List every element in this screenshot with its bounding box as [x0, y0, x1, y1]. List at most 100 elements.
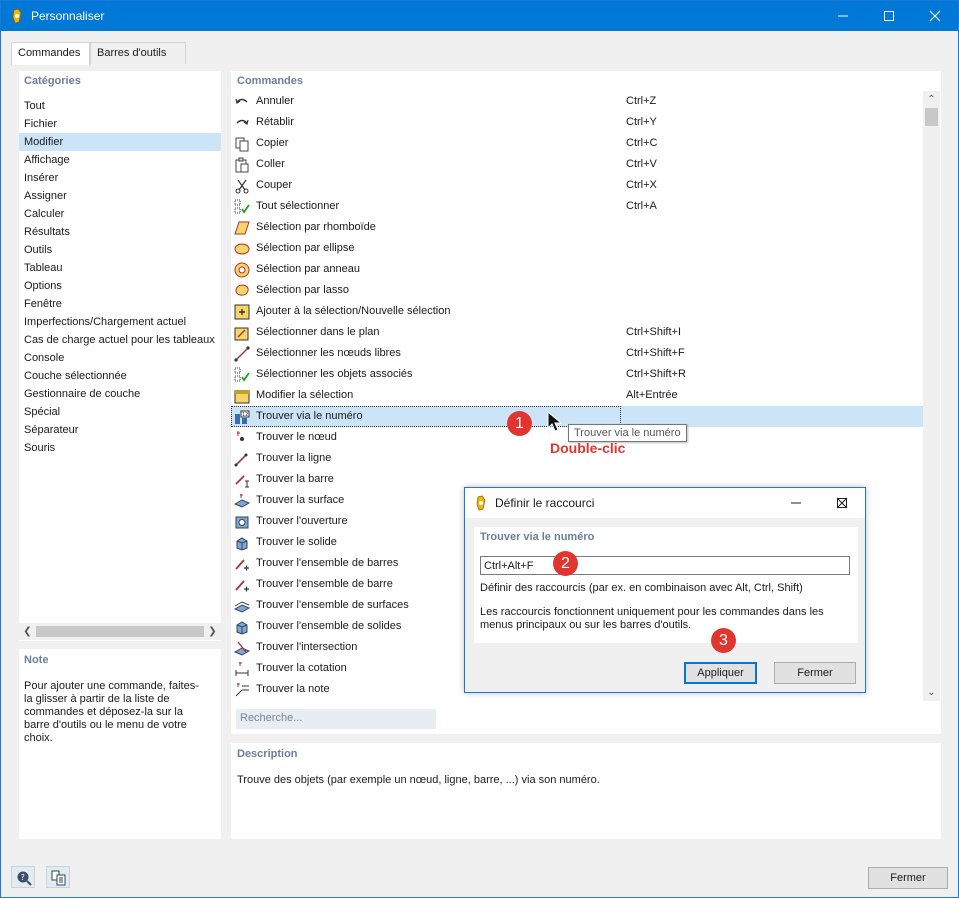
description-panel: Description Trouve des objets (par exemp…: [231, 743, 941, 839]
dialog-minimize-button[interactable]: [773, 488, 819, 518]
close-window-button[interactable]: Fermer: [868, 867, 948, 889]
command-row[interactable]: Tout sélectionner Ctrl+A: [231, 196, 923, 217]
category-item[interactable]: Cas de charge actuel pour les tableaux: [19, 331, 221, 349]
category-item[interactable]: Fenêtre: [19, 295, 221, 313]
window-title: Personnaliser: [31, 9, 105, 23]
command-row[interactable]: Sélectionner les objets associés Ctrl+Sh…: [231, 364, 923, 385]
category-item[interactable]: Options: [19, 277, 221, 295]
minimize-icon: [791, 502, 801, 504]
tab-commandes[interactable]: Commandes: [11, 42, 90, 65]
scroll-left-icon[interactable]: ❮: [19, 623, 36, 640]
command-row[interactable]: Modifier la sélection Alt+Entrée: [231, 385, 923, 406]
double-click-label: Double-clic: [550, 440, 626, 456]
app-icon: [12, 8, 22, 24]
maximize-button[interactable]: [866, 1, 912, 31]
category-item-selected[interactable]: Modifier: [19, 133, 221, 151]
dialog-close-text-button[interactable]: Fermer: [774, 662, 856, 684]
category-item[interactable]: Fichier: [19, 115, 221, 133]
select-all-icon: [234, 199, 250, 214]
rhomboid-select-icon: [234, 221, 250, 235]
scroll-up-icon[interactable]: ⌃: [923, 91, 940, 108]
step-badge-1: 1: [507, 411, 532, 436]
copy-icon: [235, 137, 249, 152]
dialog-command-name: Trouver via le numéro: [480, 531, 595, 543]
dialog-hint: Définir des raccourcis (par ex. en combi…: [480, 582, 803, 594]
redo-icon: [236, 119, 249, 125]
category-item[interactable]: Tout: [19, 97, 221, 115]
note-panel: Note Pour ajouter une commande, faites- …: [19, 649, 221, 839]
list-settings-icon: [51, 870, 66, 886]
category-item[interactable]: Séparateur: [19, 421, 221, 439]
app-icon: [476, 495, 486, 511]
scroll-right-icon[interactable]: ❯: [204, 623, 221, 640]
search-input[interactable]: Recherche...: [236, 709, 436, 729]
svg-text:?: ?: [21, 873, 25, 882]
dialog-body: Trouver via le numéro Ctrl+Alt+F Définir…: [474, 527, 858, 643]
dialog-title-bar: Définir le raccourci: [465, 488, 865, 518]
command-row[interactable]: Annuler Ctrl+Z: [231, 91, 923, 112]
close-icon: [929, 10, 941, 22]
category-item[interactable]: Tableau: [19, 259, 221, 277]
find-intersection-icon: [234, 641, 250, 656]
cut-icon: [235, 179, 249, 194]
command-row[interactable]: Rétablir Ctrl+Y: [231, 112, 923, 133]
command-row[interactable]: Sélection par ellipse: [231, 238, 923, 259]
category-item[interactable]: Affichage: [19, 151, 221, 169]
categories-hscrollbar[interactable]: ❮ ❯: [19, 623, 221, 640]
command-row[interactable]: Sélection par rhomboïde: [231, 217, 923, 238]
category-item[interactable]: Console: [19, 349, 221, 367]
maximize-icon: [884, 11, 894, 21]
scroll-thumb[interactable]: [36, 626, 204, 637]
help-icon: ?: [17, 871, 32, 886]
find-solid-icon: [236, 537, 248, 551]
command-row[interactable]: Sélection par anneau: [231, 259, 923, 280]
shortcut-input[interactable]: Ctrl+Alt+F: [480, 556, 850, 575]
find-member-set-icon: [235, 559, 249, 571]
close-button[interactable]: [912, 1, 958, 31]
category-item[interactable]: Spécial: [19, 403, 221, 421]
category-item[interactable]: Souris: [19, 439, 221, 457]
category-item[interactable]: Assigner: [19, 187, 221, 205]
commands-vscrollbar[interactable]: ⌃ ⌄: [923, 91, 940, 701]
category-item[interactable]: Insérer: [19, 169, 221, 187]
command-row[interactable]: Ajouter à la sélection/Nouvelle sélectio…: [231, 301, 923, 322]
dialog-close-button[interactable]: [819, 488, 865, 518]
find-surface-icon: [234, 494, 250, 508]
find-note-icon: [235, 683, 249, 697]
category-item[interactable]: Imperfections/Chargement actuel: [19, 313, 221, 331]
command-row[interactable]: Sélectionner dans le plan Ctrl+Shift+I: [231, 322, 923, 343]
note-text: Pour ajouter une commande, faites- la gl…: [24, 680, 199, 744]
command-row[interactable]: Sélectionner les nœuds libres Ctrl+Shift…: [231, 343, 923, 364]
tab-barres-outils[interactable]: Barres d'outils: [90, 42, 186, 64]
settings-list-button[interactable]: [46, 866, 70, 888]
category-item[interactable]: Outils: [19, 241, 221, 259]
find-line-icon: [234, 453, 248, 467]
paste-icon: [235, 157, 249, 173]
find-opening-icon: [235, 516, 249, 529]
scroll-thumb[interactable]: [925, 108, 938, 126]
help-button[interactable]: ?: [11, 866, 35, 888]
find-solid-set-icon: [236, 621, 248, 635]
related-objects-icon: [234, 367, 250, 382]
svg-text:12: 12: [242, 412, 248, 418]
step-badge-3: 3: [711, 628, 736, 653]
category-item[interactable]: Calculer: [19, 205, 221, 223]
undo-icon: [235, 98, 248, 104]
mouse-cursor-icon: [547, 411, 563, 432]
command-row[interactable]: Sélection par lasso: [231, 280, 923, 301]
define-shortcut-dialog: Définir le raccourci Trouver via le numé…: [464, 487, 866, 693]
apply-button[interactable]: Appliquer: [684, 662, 757, 684]
category-item[interactable]: Résultats: [19, 223, 221, 241]
minimize-button[interactable]: [820, 1, 866, 31]
find-number-icon: 12: [235, 410, 250, 424]
command-row[interactable]: Couper Ctrl+X: [231, 175, 923, 196]
category-item[interactable]: Couche sélectionnée: [19, 367, 221, 385]
command-row[interactable]: Coller Ctrl+V: [231, 154, 923, 175]
category-item[interactable]: Gestionnaire de couche: [19, 385, 221, 403]
title-bar: Personnaliser: [1, 1, 958, 31]
scroll-down-icon[interactable]: ⌄: [923, 684, 940, 701]
command-row[interactable]: Copier Ctrl+C: [231, 133, 923, 154]
dialog-title: Définir le raccourci: [495, 496, 595, 510]
close-icon: [836, 497, 848, 509]
find-surface-set-icon: [234, 601, 250, 613]
